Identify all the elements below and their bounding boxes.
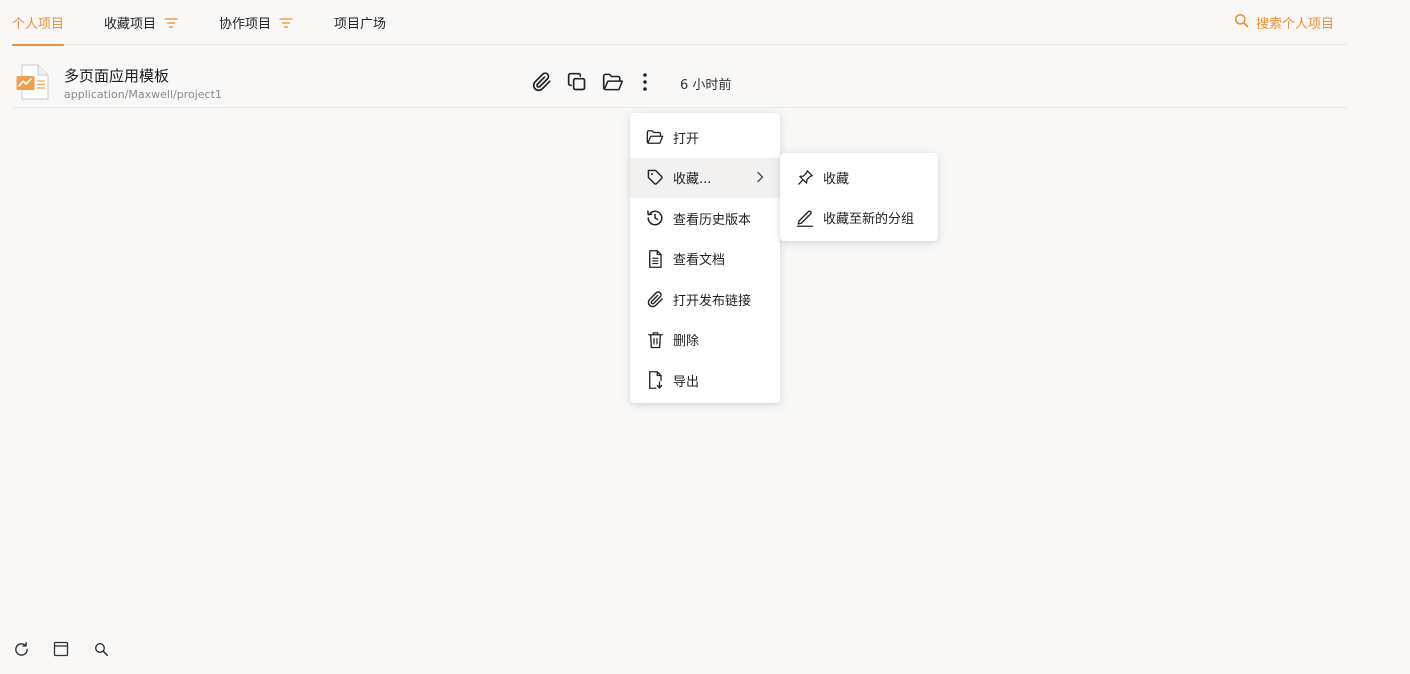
copy-icon[interactable] (567, 70, 602, 94)
project-name[interactable]: 多页面应用模板 (64, 65, 169, 86)
menu-item-label: 收藏... (673, 172, 712, 188)
folder-open-icon[interactable] (602, 70, 637, 94)
tab-label: 收藏项目 (104, 17, 157, 32)
paperclip-icon (646, 290, 664, 308)
more-vertical-icon[interactable] (637, 70, 672, 94)
modified-time: 6 小时前 (680, 78, 732, 93)
submenu-item-new-group[interactable]: 收藏至新的分组 (780, 198, 938, 239)
submenu-item-label: 收藏至新的分组 (823, 212, 915, 228)
tab-label: 协作项目 (219, 17, 272, 32)
filter-icon[interactable] (279, 17, 293, 29)
search-icon (1234, 13, 1249, 32)
tab-personal-projects[interactable]: 个人项目 (12, 0, 65, 46)
project-actions (532, 70, 672, 94)
folder-open-icon (646, 128, 664, 146)
project-path: application/Maxwell/project1 (64, 88, 222, 101)
menu-item-open[interactable]: 打开 (630, 117, 780, 158)
search-icon[interactable] (92, 640, 110, 658)
tab-favorite-projects[interactable]: 收藏项目 (104, 0, 178, 45)
search-label: 搜索个人项目 (1255, 17, 1334, 32)
project-row[interactable]: 多页面应用模板 application/Maxwell/project1 6 小… (12, 46, 1348, 108)
pen-icon (796, 209, 814, 227)
pin-icon (796, 168, 814, 186)
submenu-item-favorite[interactable]: 收藏 (780, 157, 938, 198)
chevron-right-icon (756, 171, 764, 187)
menu-item-label: 查看文档 (673, 253, 726, 269)
menu-item-label: 导出 (673, 374, 700, 390)
app-root: 个人项目 收藏项目 协作项目 项目广场 搜索个人项目 多页面应用模板 appli… (0, 0, 1410, 674)
tab-label: 项目广场 (334, 17, 387, 32)
menu-item-label: 删除 (673, 334, 700, 350)
menu-item-publish-link[interactable]: 打开发布链接 (630, 279, 780, 320)
submenu-item-label: 收藏 (823, 171, 850, 187)
paperclip-icon[interactable] (532, 70, 567, 94)
menu-item-favorite[interactable]: 收藏... (630, 157, 780, 198)
tab-project-plaza[interactable]: 项目广场 (334, 0, 386, 45)
history-icon (646, 209, 664, 227)
favorite-submenu: 收藏 收藏至新的分组 (780, 153, 938, 241)
tag-icon (646, 169, 664, 187)
tab-collab-projects[interactable]: 协作项目 (219, 0, 293, 45)
trash-icon (646, 331, 664, 349)
context-menu: 打开 收藏... 查看历史版本 查看文档 打开发布链接 删除 导出 (630, 113, 780, 403)
menu-item-label: 打开发布链接 (673, 293, 752, 309)
search-personal-projects[interactable]: 搜索个人项目 (1234, 0, 1334, 45)
menu-item-delete[interactable]: 删除 (630, 320, 780, 361)
refresh-icon[interactable] (12, 640, 30, 658)
menu-item-label: 打开 (673, 131, 700, 147)
menu-item-export[interactable]: 导出 (630, 360, 780, 401)
filter-icon[interactable] (164, 17, 178, 29)
menu-item-history[interactable]: 查看历史版本 (630, 198, 780, 239)
export-file-icon (646, 371, 664, 390)
menu-item-label: 查看历史版本 (673, 212, 752, 228)
bottom-toolbar (12, 640, 110, 658)
menu-item-docs[interactable]: 查看文档 (630, 239, 780, 280)
project-tabs: 个人项目 收藏项目 协作项目 项目广场 搜索个人项目 (12, 0, 1348, 46)
window-icon[interactable] (52, 640, 70, 658)
document-icon (646, 249, 664, 268)
project-file-icon (16, 64, 50, 104)
tab-label: 个人项目 (12, 17, 65, 32)
